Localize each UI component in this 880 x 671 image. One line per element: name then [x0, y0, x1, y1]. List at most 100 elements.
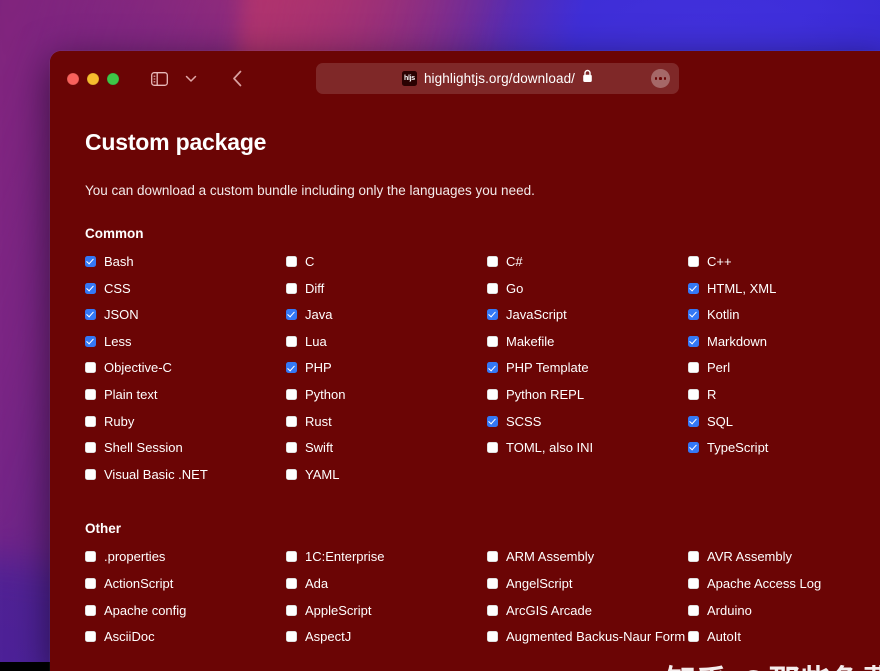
language-checkbox-row[interactable]: C	[286, 254, 487, 281]
language-checkbox-row[interactable]: JavaScript	[487, 307, 688, 334]
checkbox-checked-icon[interactable]	[688, 309, 699, 320]
checkbox-unchecked-icon[interactable]	[286, 469, 297, 480]
checkbox-checked-icon[interactable]	[688, 442, 699, 453]
checkbox-unchecked-icon[interactable]	[487, 605, 498, 616]
checkbox-unchecked-icon[interactable]	[286, 578, 297, 589]
language-checkbox-row[interactable]: Objective-C	[85, 360, 286, 387]
language-checkbox-row[interactable]: PHP	[286, 360, 487, 387]
checkbox-unchecked-icon[interactable]	[688, 389, 699, 400]
language-checkbox-row[interactable]: AspectJ	[286, 629, 487, 656]
language-checkbox-row[interactable]: Rust	[286, 414, 487, 441]
checkbox-unchecked-icon[interactable]	[487, 256, 498, 267]
checkbox-unchecked-icon[interactable]	[85, 578, 96, 589]
checkbox-checked-icon[interactable]	[487, 416, 498, 427]
language-checkbox-row[interactable]: Kotlin	[688, 307, 880, 334]
checkbox-unchecked-icon[interactable]	[85, 469, 96, 480]
checkbox-unchecked-icon[interactable]	[85, 631, 96, 642]
language-checkbox-row[interactable]: C++	[688, 254, 880, 281]
language-checkbox-row[interactable]: ArcGIS Arcade	[487, 603, 688, 630]
checkbox-unchecked-icon[interactable]	[85, 389, 96, 400]
checkbox-checked-icon[interactable]	[688, 336, 699, 347]
checkbox-unchecked-icon[interactable]	[286, 283, 297, 294]
language-checkbox-row[interactable]: Diff	[286, 281, 487, 308]
checkbox-unchecked-icon[interactable]	[85, 551, 96, 562]
language-checkbox-row[interactable]: JSON	[85, 307, 286, 334]
language-checkbox-row[interactable]: Plain text	[85, 387, 286, 414]
checkbox-unchecked-icon[interactable]	[85, 442, 96, 453]
language-checkbox-row[interactable]: 1C:Enterprise	[286, 549, 487, 576]
language-checkbox-row[interactable]: HTML, XML	[688, 281, 880, 308]
checkbox-checked-icon[interactable]	[688, 416, 699, 427]
language-checkbox-row[interactable]: Apache Access Log	[688, 576, 880, 603]
checkbox-unchecked-icon[interactable]	[688, 631, 699, 642]
checkbox-checked-icon[interactable]	[85, 256, 96, 267]
checkbox-checked-icon[interactable]	[85, 283, 96, 294]
language-checkbox-row[interactable]: CSS	[85, 281, 286, 308]
language-checkbox-row[interactable]: Shell Session	[85, 440, 286, 467]
language-checkbox-row[interactable]: Python REPL	[487, 387, 688, 414]
sidebar-toggle-button[interactable]	[144, 66, 174, 92]
language-checkbox-row[interactable]: AngelScript	[487, 576, 688, 603]
language-checkbox-row[interactable]: TOML, also INI	[487, 440, 688, 467]
sidebar-options-button[interactable]	[176, 66, 206, 92]
language-checkbox-row[interactable]: SCSS	[487, 414, 688, 441]
maximize-window-button[interactable]	[107, 73, 119, 85]
checkbox-checked-icon[interactable]	[286, 309, 297, 320]
checkbox-unchecked-icon[interactable]	[286, 631, 297, 642]
checkbox-unchecked-icon[interactable]	[688, 256, 699, 267]
checkbox-checked-icon[interactable]	[688, 283, 699, 294]
checkbox-unchecked-icon[interactable]	[286, 336, 297, 347]
language-checkbox-row[interactable]: AsciiDoc	[85, 629, 286, 656]
checkbox-unchecked-icon[interactable]	[688, 605, 699, 616]
checkbox-checked-icon[interactable]	[286, 362, 297, 373]
language-checkbox-row[interactable]: Ruby	[85, 414, 286, 441]
language-checkbox-row[interactable]: ActionScript	[85, 576, 286, 603]
checkbox-unchecked-icon[interactable]	[487, 389, 498, 400]
checkbox-checked-icon[interactable]	[85, 309, 96, 320]
language-checkbox-row[interactable]: R	[688, 387, 880, 414]
language-checkbox-row[interactable]: AutoIt	[688, 629, 880, 656]
checkbox-unchecked-icon[interactable]	[487, 551, 498, 562]
checkbox-unchecked-icon[interactable]	[286, 416, 297, 427]
language-checkbox-row[interactable]: AVR Assembly	[688, 549, 880, 576]
back-button[interactable]	[222, 66, 252, 92]
language-checkbox-row[interactable]: SQL	[688, 414, 880, 441]
language-checkbox-row[interactable]: Perl	[688, 360, 880, 387]
language-checkbox-row[interactable]: AppleScript	[286, 603, 487, 630]
checkbox-unchecked-icon[interactable]	[487, 442, 498, 453]
language-checkbox-row[interactable]: YAML	[286, 467, 487, 494]
language-checkbox-row[interactable]: Less	[85, 334, 286, 361]
checkbox-checked-icon[interactable]	[85, 336, 96, 347]
checkbox-unchecked-icon[interactable]	[85, 416, 96, 427]
language-checkbox-row[interactable]: Augmented Backus-Naur Form	[487, 629, 688, 669]
language-checkbox-row[interactable]: Bash	[85, 254, 286, 281]
minimize-window-button[interactable]	[87, 73, 99, 85]
language-checkbox-row[interactable]: Markdown	[688, 334, 880, 361]
language-checkbox-row[interactable]: Go	[487, 281, 688, 308]
language-checkbox-row[interactable]: Makefile	[487, 334, 688, 361]
checkbox-unchecked-icon[interactable]	[487, 283, 498, 294]
language-checkbox-row[interactable]: TypeScript	[688, 440, 880, 467]
language-checkbox-row[interactable]: Python	[286, 387, 487, 414]
close-window-button[interactable]	[67, 73, 79, 85]
checkbox-unchecked-icon[interactable]	[688, 551, 699, 562]
checkbox-unchecked-icon[interactable]	[487, 578, 498, 589]
checkbox-unchecked-icon[interactable]	[487, 336, 498, 347]
language-checkbox-row[interactable]: Arduino	[688, 603, 880, 630]
language-checkbox-row[interactable]: Java	[286, 307, 487, 334]
language-checkbox-row[interactable]: Lua	[286, 334, 487, 361]
checkbox-unchecked-icon[interactable]	[688, 578, 699, 589]
checkbox-unchecked-icon[interactable]	[286, 442, 297, 453]
language-checkbox-row[interactable]: ARM Assembly	[487, 549, 688, 576]
checkbox-unchecked-icon[interactable]	[487, 631, 498, 642]
checkbox-unchecked-icon[interactable]	[286, 256, 297, 267]
language-checkbox-row[interactable]: Swift	[286, 440, 487, 467]
checkbox-unchecked-icon[interactable]	[286, 389, 297, 400]
language-checkbox-row[interactable]: Ada	[286, 576, 487, 603]
language-checkbox-row[interactable]: Apache config	[85, 603, 286, 630]
checkbox-unchecked-icon[interactable]	[85, 362, 96, 373]
language-checkbox-row[interactable]: C#	[487, 254, 688, 281]
address-bar[interactable]: hljs highlightjs.org/download/	[316, 63, 679, 94]
checkbox-unchecked-icon[interactable]	[688, 362, 699, 373]
checkbox-unchecked-icon[interactable]	[286, 605, 297, 616]
